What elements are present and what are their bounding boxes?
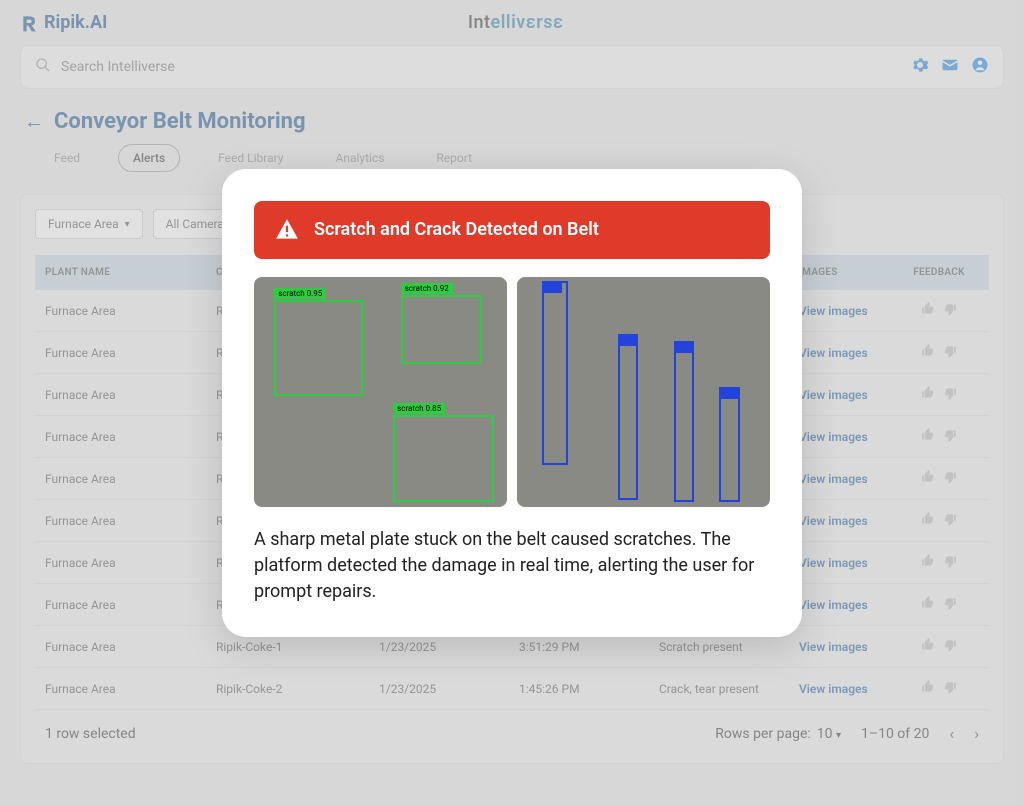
detection-image-crack (517, 277, 770, 507)
alert-banner: Scratch and Crack Detected on Belt (254, 201, 770, 259)
detection-image-scratch: scratch 0.95 scratch 0.92 scratch 0.85 (254, 277, 507, 507)
warning-icon (274, 217, 300, 243)
modal-description: A sharp metal plate stuck on the belt ca… (254, 527, 770, 605)
modal-overlay[interactable]: Scratch and Crack Detected on Belt scrat… (0, 0, 1024, 806)
alert-modal: Scratch and Crack Detected on Belt scrat… (222, 169, 802, 637)
